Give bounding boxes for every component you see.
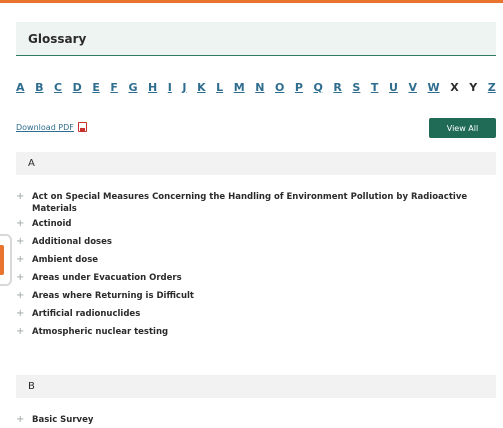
alphabet-letter-k[interactable]: K: [197, 81, 206, 94]
alphabet-letter-s[interactable]: S: [352, 81, 360, 94]
glossary-term[interactable]: Additional doses: [32, 236, 112, 248]
alphabet-nav: ABCDEFGHIJKLMNOPQRSTUVWXYZ: [16, 79, 496, 95]
alphabet-letter-x: X: [450, 80, 459, 94]
section-a-list: + Act on Special Measures Concerning the…: [16, 191, 496, 344]
list-item[interactable]: + Areas where Returning is Difficult: [16, 290, 496, 308]
plus-icon[interactable]: +: [16, 290, 32, 302]
alphabet-letter-g[interactable]: G: [128, 81, 137, 94]
alphabet-letter-d[interactable]: D: [73, 81, 82, 94]
glossary-term[interactable]: Atmospheric nuclear testing: [32, 326, 168, 338]
plus-icon[interactable]: +: [16, 254, 32, 266]
glossary-term[interactable]: Ambient dose: [32, 254, 98, 266]
section-header-a: A: [16, 152, 496, 175]
section-letter: A: [28, 158, 35, 169]
plus-icon[interactable]: +: [16, 308, 32, 320]
side-feedback-tab[interactable]: [0, 234, 12, 286]
alphabet-letter-c[interactable]: C: [54, 81, 62, 94]
alphabet-letter-b[interactable]: B: [35, 81, 43, 94]
glossary-term[interactable]: Areas under Evacuation Orders: [32, 272, 182, 284]
alphabet-letter-j[interactable]: J: [182, 81, 186, 94]
list-item[interactable]: + Act on Special Measures Concerning the…: [16, 191, 496, 218]
alphabet-letter-y: Y: [469, 80, 478, 94]
plus-icon[interactable]: +: [16, 414, 32, 426]
plus-icon[interactable]: +: [16, 191, 32, 203]
glossary-term[interactable]: Act on Special Measures Concerning the H…: [32, 191, 496, 215]
alphabet-letter-r[interactable]: R: [333, 81, 341, 94]
alphabet-letter-w[interactable]: W: [428, 81, 440, 94]
alphabet-letter-e[interactable]: E: [92, 81, 100, 94]
alphabet-letter-h[interactable]: H: [148, 81, 157, 94]
page-title: Glossary: [28, 31, 87, 46]
list-item[interactable]: + Areas under Evacuation Orders: [16, 272, 496, 290]
glossary-term[interactable]: Areas where Returning is Difficult: [32, 290, 194, 302]
alphabet-letter-t[interactable]: T: [371, 81, 379, 94]
alphabet-letter-l[interactable]: L: [216, 81, 223, 94]
download-pdf-row[interactable]: Download PDF: [16, 118, 87, 136]
section-header-b: B: [16, 375, 496, 398]
alphabet-letter-p[interactable]: P: [295, 81, 303, 94]
section-letter: B: [28, 381, 35, 392]
alphabet-letter-u[interactable]: U: [389, 81, 398, 94]
alphabet-letter-i[interactable]: I: [168, 81, 172, 94]
glossary-term[interactable]: Basic Survey: [32, 414, 93, 426]
pdf-icon[interactable]: [77, 122, 87, 132]
glossary-term[interactable]: Artificial radionuclides: [32, 308, 140, 320]
view-all-button[interactable]: View All: [429, 118, 496, 138]
list-item[interactable]: + Atmospheric nuclear testing: [16, 326, 496, 344]
download-pdf-link[interactable]: Download PDF: [16, 123, 74, 132]
glossary-header: Glossary: [16, 22, 496, 56]
list-item[interactable]: + Additional doses: [16, 236, 496, 254]
plus-icon[interactable]: +: [16, 326, 32, 338]
plus-icon[interactable]: +: [16, 272, 32, 284]
list-item[interactable]: + Actinoid: [16, 218, 496, 236]
list-item[interactable]: + Artificial radionuclides: [16, 308, 496, 326]
plus-icon[interactable]: +: [16, 236, 32, 248]
alphabet-letter-m[interactable]: M: [234, 81, 245, 94]
alphabet-letter-f[interactable]: F: [110, 81, 118, 94]
list-item[interactable]: + Basic Survey: [16, 414, 496, 428]
plus-icon[interactable]: +: [16, 218, 32, 230]
top-accent-bar: [0, 0, 503, 3]
alphabet-letter-v[interactable]: V: [408, 81, 417, 94]
alphabet-letter-n[interactable]: N: [255, 81, 264, 94]
alphabet-letter-o[interactable]: O: [275, 81, 284, 94]
alphabet-letter-q[interactable]: Q: [313, 81, 322, 94]
list-item[interactable]: + Ambient dose: [16, 254, 496, 272]
alphabet-letter-a[interactable]: A: [16, 81, 25, 94]
section-b-list: + Basic Survey: [16, 414, 496, 428]
glossary-term[interactable]: Actinoid: [32, 218, 71, 230]
alphabet-letter-z[interactable]: Z: [488, 81, 496, 94]
